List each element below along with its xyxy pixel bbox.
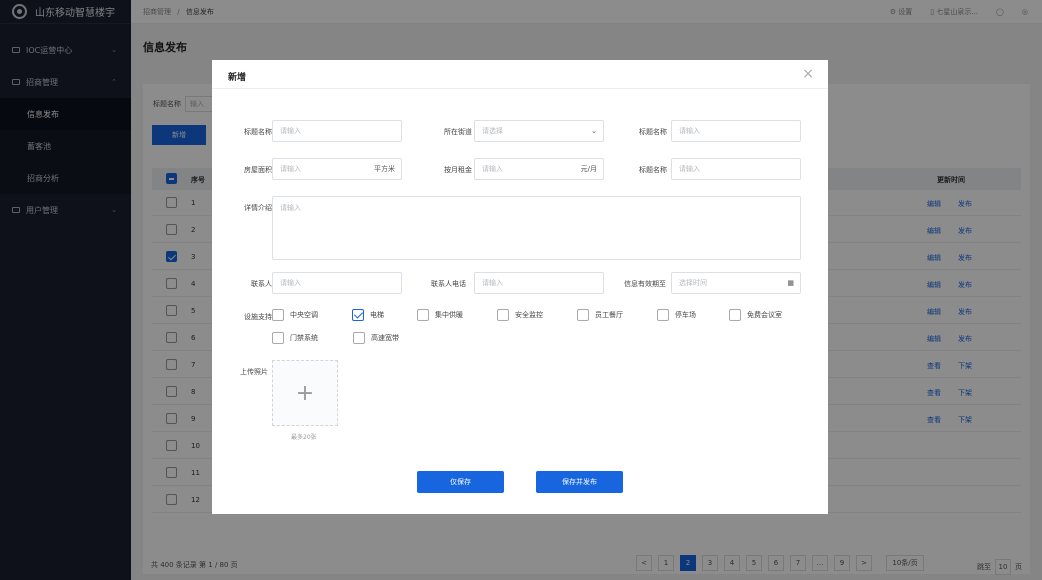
title2-label: 标题名称 [639, 128, 667, 136]
detail-label: 详情介绍 [244, 204, 272, 212]
facility-option-label: 免费会议室 [747, 311, 782, 319]
contact-input[interactable]: 请输入 [272, 272, 402, 294]
facility-checkbox[interactable]: 员工餐厅 [577, 309, 623, 321]
facility-option-label: 停车场 [675, 311, 696, 319]
rent-label: 按月租金 [444, 166, 472, 174]
street-label: 所在街道 [444, 128, 472, 136]
upload-area[interactable]: + [272, 360, 338, 426]
rent-placeholder: 请输入 [482, 165, 503, 173]
expire-placeholder: 选择时间 [679, 279, 707, 287]
title3-input[interactable]: 请输入 [671, 158, 801, 180]
title2-input[interactable]: 请输入 [671, 120, 801, 142]
facility-option-label: 中央空调 [290, 311, 318, 319]
detail-textarea[interactable]: 请输入 [272, 196, 801, 260]
plus-icon: + [295, 380, 315, 406]
save-publish-button[interactable]: 保存并发布 [536, 471, 623, 493]
facility-checkbox[interactable]: 门禁系统 [272, 332, 318, 344]
facility-option-label: 集中供暖 [435, 311, 463, 319]
chevron-down-icon: ⌄ [591, 127, 597, 135]
facility-option-label: 门禁系统 [290, 334, 318, 342]
facility-checkbox[interactable]: 集中供暖 [417, 309, 463, 321]
checkbox-box[interactable] [657, 309, 669, 321]
facility-option-label: 员工餐厅 [595, 311, 623, 319]
street-placeholder: 请选择 [482, 127, 503, 135]
facility-checkbox[interactable]: 高速宽带 [353, 332, 399, 344]
upload-label: 上传照片 [240, 368, 268, 376]
calendar-icon: ▦ [787, 279, 794, 287]
facility-option-label: 高速宽带 [371, 334, 399, 342]
rent-unit: 元/月 [580, 165, 597, 173]
checkbox-box[interactable] [729, 309, 741, 321]
facility-checkbox[interactable]: 停车场 [657, 309, 696, 321]
dialog-divider [212, 88, 828, 89]
checkbox-box[interactable] [353, 332, 365, 344]
facility-label: 设施支持 [244, 313, 272, 321]
upload-hint: 最多20张 [291, 434, 317, 441]
checkbox-box[interactable] [272, 332, 284, 344]
facility-checkbox[interactable]: 安全监控 [497, 309, 543, 321]
facility-checkbox[interactable]: 中央空调 [272, 309, 318, 321]
area-label: 房屋面积 [244, 166, 272, 174]
checkbox-box[interactable] [577, 309, 589, 321]
facility-option-label: 安全监控 [515, 311, 543, 319]
checkbox-box[interactable] [272, 309, 284, 321]
title1-input[interactable]: 请输入 [272, 120, 402, 142]
title1-label: 标题名称 [244, 128, 272, 136]
close-icon[interactable]: × [802, 66, 814, 82]
area-unit: 平方米 [374, 165, 395, 173]
facility-checkbox[interactable]: 免费会议室 [729, 309, 782, 321]
add-dialog: 新增 × 标题名称 请输入 所在街道 请选择 ⌄ 标题名称 请输入 房屋面积 请… [212, 60, 828, 514]
facility-option-label: 电梯 [370, 311, 384, 319]
title3-label: 标题名称 [639, 166, 667, 174]
facility-checkbox[interactable]: 电梯 [352, 309, 384, 321]
rent-input[interactable]: 请输入 元/月 [474, 158, 604, 180]
phone-label: 联系人电话 [431, 280, 466, 288]
area-input[interactable]: 请输入 平方米 [272, 158, 402, 180]
checkbox-box[interactable] [497, 309, 509, 321]
checkbox-box[interactable] [352, 309, 364, 321]
save-button[interactable]: 仅保存 [417, 471, 504, 493]
dialog-title: 新增 [228, 73, 247, 83]
area-placeholder: 请输入 [280, 165, 301, 173]
expire-datepicker[interactable]: 选择时间 ▦ [671, 272, 801, 294]
street-select[interactable]: 请选择 ⌄ [474, 120, 604, 142]
contact-label: 联系人 [251, 280, 272, 288]
checkbox-box[interactable] [417, 309, 429, 321]
expire-label: 信息有效期至 [624, 280, 666, 288]
phone-input[interactable]: 请输入 [474, 272, 604, 294]
